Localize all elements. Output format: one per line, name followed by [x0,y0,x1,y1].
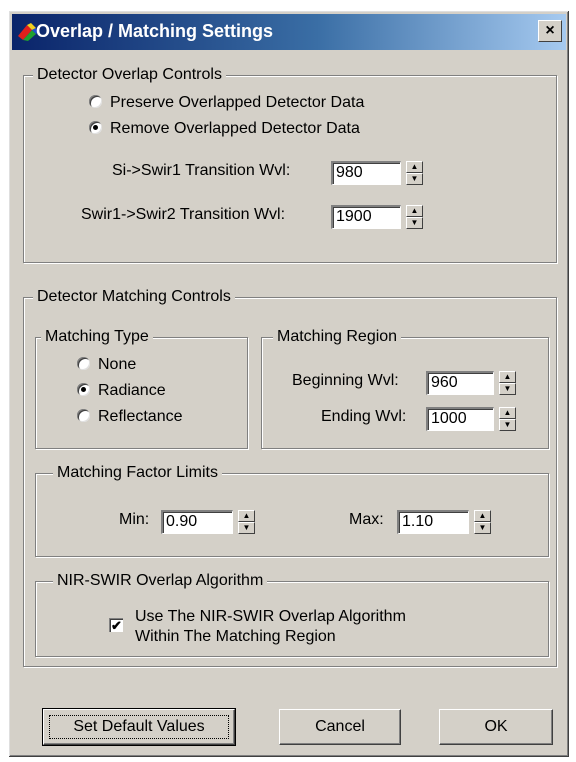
swir1-swir2-spinner[interactable]: ▲ ▼ [406,205,423,229]
spin-up-icon[interactable]: ▲ [406,205,423,217]
matching-region-legend: Matching Region [273,328,402,346]
spin-down-icon[interactable]: ▼ [238,522,255,534]
remove-radio[interactable]: Remove Overlapped Detector Data [89,119,360,139]
swir1-swir2-input[interactable]: 1900 [331,205,401,229]
beginning-wvl-input[interactable]: 960 [426,371,494,395]
spin-down-icon[interactable]: ▼ [499,419,516,431]
settings-dialog: Overlap / Matching Settings × Detector O… [8,10,570,758]
remove-radio-button[interactable] [89,121,102,134]
swir1-swir2-label: Swir1->Swir2 Transition Wvl: [81,206,286,223]
spin-up-icon[interactable]: ▲ [499,371,516,383]
nir-swir-legend: NIR-SWIR Overlap Algorithm [53,572,268,590]
si-swir1-spinner[interactable]: ▲ ▼ [406,161,423,185]
preserve-radio-button[interactable] [89,95,102,108]
spin-up-icon[interactable]: ▲ [474,510,491,522]
set-default-values-label: Set Default Values [73,718,205,735]
reflectance-radio-button[interactable] [77,409,90,422]
radiance-radio[interactable]: Radiance [77,381,166,401]
matching-legend: Detector Matching Controls [33,288,235,306]
spin-down-icon[interactable]: ▼ [406,173,423,185]
none-radio[interactable]: None [77,355,136,375]
overlap-legend: Detector Overlap Controls [33,66,226,84]
app-logo-icon [18,23,37,41]
spin-up-icon[interactable]: ▲ [499,407,516,419]
none-radio-button[interactable] [77,357,90,370]
factor-limits-legend: Matching Factor Limits [53,464,222,482]
window-title: Overlap / Matching Settings [36,21,274,41]
nir-swir-label-line2: Within The Matching Region [135,628,336,645]
title-bar[interactable]: Overlap / Matching Settings × [12,14,566,50]
min-label: Min: [119,511,150,528]
ending-wvl-spinner[interactable]: ▲ ▼ [499,407,516,431]
none-label: None [98,356,137,373]
factor-limits-group [35,473,549,557]
radiance-label: Radiance [98,382,166,399]
beginning-wvl-label: Beginning Wvl: [292,372,399,389]
ok-button[interactable]: OK [439,709,553,745]
set-default-values-button[interactable]: Set Default Values [42,708,236,746]
min-input[interactable]: 0.90 [161,510,233,534]
max-spinner[interactable]: ▲ ▼ [474,510,491,534]
beginning-wvl-spinner[interactable]: ▲ ▼ [499,371,516,395]
preserve-label: Preserve Overlapped Detector Data [110,94,365,111]
matching-type-legend: Matching Type [41,328,153,346]
spin-up-icon[interactable]: ▲ [238,510,255,522]
spin-down-icon[interactable]: ▼ [474,522,491,534]
max-input[interactable]: 1.10 [397,510,469,534]
remove-label: Remove Overlapped Detector Data [110,120,360,137]
spin-down-icon[interactable]: ▼ [499,383,516,395]
max-label: Max: [349,511,384,528]
reflectance-radio[interactable]: Reflectance [77,407,183,427]
ending-wvl-input[interactable]: 1000 [426,407,494,431]
si-swir1-input[interactable]: 980 [331,161,401,185]
min-spinner[interactable]: ▲ ▼ [238,510,255,534]
radiance-radio-button[interactable] [77,383,90,396]
preserve-radio[interactable]: Preserve Overlapped Detector Data [89,93,364,113]
close-button[interactable]: × [538,20,562,42]
cancel-label: Cancel [315,718,365,735]
cancel-button[interactable]: Cancel [279,709,401,745]
spin-down-icon[interactable]: ▼ [406,217,423,229]
nir-swir-checkbox[interactable]: ✔ [109,618,123,632]
nir-swir-label-line1: Use The NIR-SWIR Overlap Algorithm [135,608,406,625]
ok-label: OK [484,718,508,735]
reflectance-label: Reflectance [98,408,183,425]
ending-wvl-label: Ending Wvl: [321,408,407,425]
spin-up-icon[interactable]: ▲ [406,161,423,173]
si-swir1-label: Si->Swir1 Transition Wvl: [112,162,291,179]
